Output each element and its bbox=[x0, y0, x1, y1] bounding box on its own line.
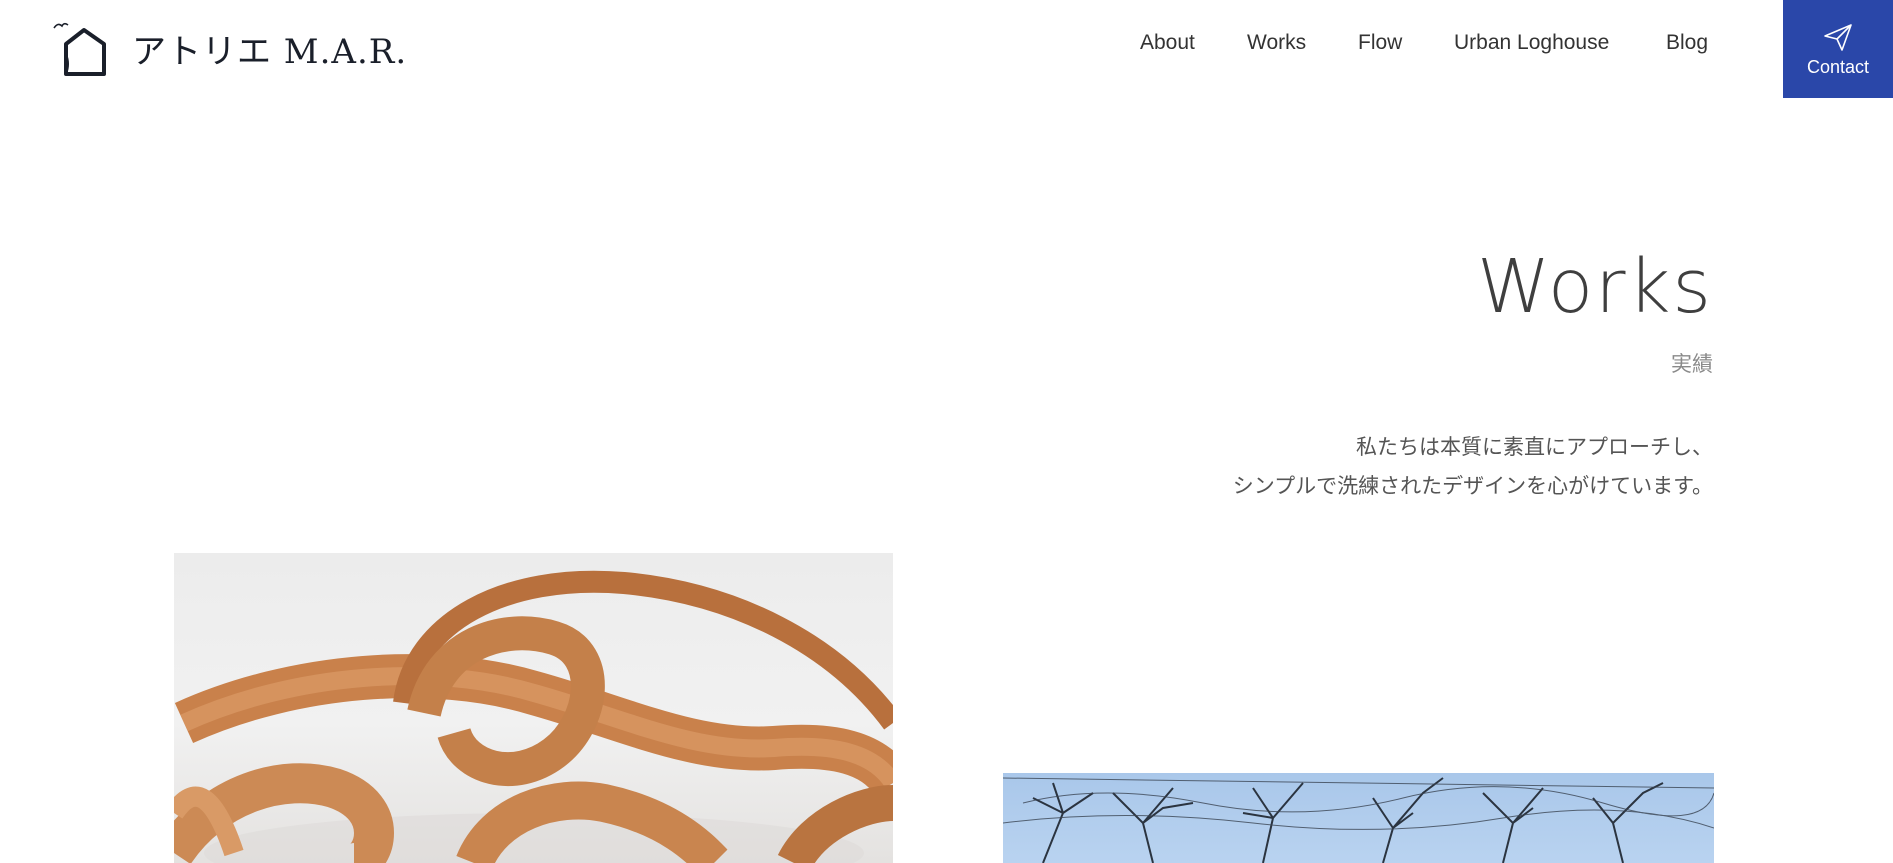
bare-trees-image bbox=[1003, 777, 1714, 863]
house-logo-icon bbox=[53, 22, 106, 76]
section-subtitle: 実績 bbox=[1671, 352, 1713, 376]
contact-label: Contact bbox=[1806, 56, 1870, 77]
section-tagline: 私たちは本質に素直にアプローチし、 シンプルで洗練されたデザインを心がけています… bbox=[1233, 428, 1713, 506]
tagline-line: シンプルで洗練されたデザインを心がけています。 bbox=[1232, 474, 1713, 498]
logo-text: アトリエ M.A.R. bbox=[132, 31, 408, 72]
bent-wood-sculpture-image bbox=[174, 570, 893, 863]
paper-plane-icon bbox=[1824, 23, 1852, 51]
tagline-line: 私たちは本質に素直にアプローチし、 bbox=[1356, 435, 1713, 459]
site-logo[interactable]: アトリエ M.A.R. bbox=[50, 20, 407, 76]
section-title: Works bbox=[1477, 244, 1713, 330]
nav-about[interactable]: About bbox=[1140, 31, 1195, 55]
contact-button[interactable]: Contact bbox=[1783, 0, 1893, 98]
nav-urban-loghouse[interactable]: Urban Loghouse bbox=[1454, 31, 1609, 55]
work-card-trees[interactable] bbox=[1003, 773, 1714, 863]
nav-works[interactable]: Works bbox=[1247, 31, 1306, 55]
site-header: アトリエ M.A.R. About Works Flow Urban Logho… bbox=[0, 0, 1893, 100]
work-card-sculpture[interactable] bbox=[174, 553, 893, 863]
nav-flow[interactable]: Flow bbox=[1358, 31, 1402, 55]
nav-blog[interactable]: Blog bbox=[1666, 31, 1708, 55]
